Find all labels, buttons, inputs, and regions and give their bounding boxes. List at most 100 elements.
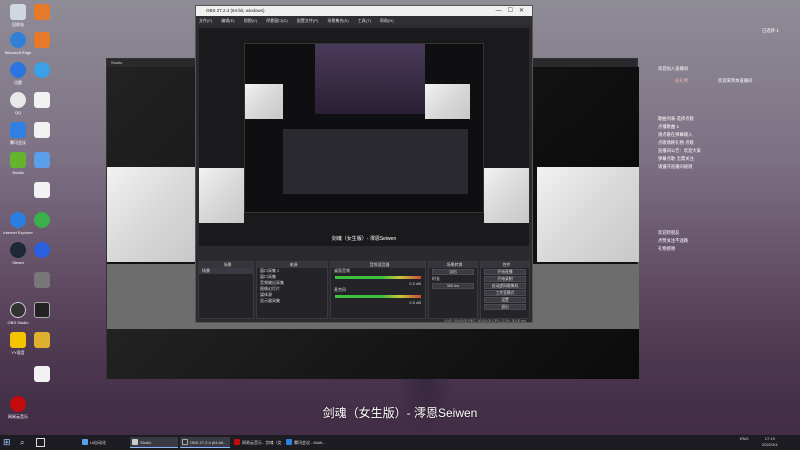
mixer-channel-label: 麦克风	[334, 287, 346, 292]
obs-preview-canvas[interactable]: 剑魂（女生版）- 澪恩Seiwen	[199, 28, 529, 246]
chat-line: 点赞关注不迷路	[658, 238, 689, 243]
controls-header: 控件	[481, 262, 529, 268]
transition-duration-input[interactable]: 300 ms	[432, 283, 474, 289]
chat-line: 歌曲列表·选择点歌	[658, 116, 694, 121]
mixer-db-value: 0.0 dB	[409, 300, 421, 305]
desktop-icon[interactable]	[26, 302, 58, 320]
settings-button[interactable]: 设置	[484, 297, 526, 303]
taskbar-item-obs[interactable]: OBS 27.2.4 (64-bit...	[180, 437, 230, 448]
ie-icon	[10, 212, 26, 228]
menu-view[interactable]: 视图(V)	[244, 18, 257, 23]
obs-icon	[10, 302, 26, 318]
meeting-icon	[286, 439, 292, 445]
exit-button[interactable]: 退出	[484, 304, 526, 310]
desktop-icon[interactable]	[26, 92, 58, 110]
studio-mode-button[interactable]: 工作室模式	[484, 290, 526, 296]
status-rec: REC: 00:00:00	[468, 319, 492, 323]
desktop-icon[interactable]	[26, 32, 58, 50]
menu-help[interactable]: 帮助(H)	[380, 18, 394, 23]
taskbar: ⊞ ⌕ UI自动化 Studio OBS 27.2.4 (64-bit... 网…	[0, 435, 800, 450]
document-icon	[34, 182, 50, 198]
document-icon	[34, 122, 50, 138]
mixer-volume-meter[interactable]	[335, 295, 421, 298]
preview-nested-capture	[244, 43, 484, 213]
mixer-volume-meter[interactable]	[335, 276, 421, 279]
chat-line: 直播间公告：欢迎大家	[658, 148, 701, 153]
window-controls[interactable]: —☐✕	[496, 6, 530, 16]
menu-edit[interactable]: 编辑(E)	[221, 18, 234, 23]
desktop-icon[interactable]	[26, 212, 58, 230]
menu-tools[interactable]: 工具(T)	[358, 18, 371, 23]
input-language[interactable]: ENG	[740, 436, 749, 441]
start-recording-button[interactable]: 开始录制	[484, 276, 526, 282]
obs-window-title: OBS 27.2.4 (64-bit, windows)	[206, 8, 265, 13]
sources-dock: 来源 窗口采集 2 窗口采集 音频输出采集 图像幻灯片 媒体源 显示器采集	[256, 261, 328, 319]
chat-line: 礼物感谢	[658, 246, 676, 251]
desktop-icon[interactable]	[26, 272, 58, 290]
audio-mixer-dock: 音频混音器 桌面音频 0.0 dB 麦克风 0.0 dB	[330, 261, 426, 319]
menu-profile[interactable]: 配置文件(P)	[297, 18, 318, 23]
transition-duration-label: 时长	[432, 276, 440, 281]
taskbar-item-studio[interactable]: Studio	[130, 437, 178, 448]
menu-docks[interactable]: 停靠窗口(D)	[266, 18, 288, 23]
scenes-dock: 场景 场景	[198, 261, 254, 319]
taskbar-item[interactable]: UI自动化	[80, 437, 130, 448]
windows-start-icon[interactable]: ⊞	[3, 437, 14, 448]
obs-statusbar: LIVE: 00:00:00 REC: 00:00:00 CPU: 3.2%, …	[366, 319, 526, 324]
meeting-icon	[10, 122, 26, 138]
obs-icon	[132, 439, 138, 445]
desktop-icon[interactable]	[26, 242, 58, 260]
chat-line: 欢迎来到本直播间	[718, 78, 753, 83]
transitions-dock: 场景转换 淡出 时长 300 ms	[428, 261, 478, 319]
qq-icon	[10, 92, 26, 108]
mixer-channel-label: 桌面音频	[334, 268, 350, 273]
chat-line: 请遵守直播间规则	[658, 164, 693, 169]
menu-scene-collection[interactable]: 场景集合(S)	[327, 18, 348, 23]
desktop-icon[interactable]	[26, 332, 58, 350]
desktop-icon[interactable]	[26, 152, 58, 170]
status-live: LIVE: 00:00:00	[444, 319, 468, 323]
menu-file[interactable]: 文件(F)	[199, 18, 212, 23]
controls-dock: 控件 开始直播 开始录制 启动虚拟摄像机 工作室模式 设置 退出	[480, 261, 530, 319]
virtual-camera-button[interactable]: 启动虚拟摄像机	[484, 283, 526, 289]
taskbar-item-music[interactable]: 网易云音乐 - 剑魂（女生版...	[232, 437, 282, 448]
desktop-icon[interactable]	[26, 62, 58, 80]
chat-line: 已选择·1	[762, 28, 779, 33]
desktop-icon[interactable]	[26, 182, 58, 200]
steam-icon	[10, 242, 26, 258]
preview-tile	[245, 84, 283, 119]
task-view-icon[interactable]	[36, 438, 45, 447]
nvidia-icon	[10, 152, 26, 168]
edge-icon	[10, 32, 26, 48]
app-icon	[34, 212, 50, 228]
system-clock[interactable]: 17:19 2022/3/4	[762, 436, 778, 448]
source-item[interactable]: 显示器采集	[257, 298, 327, 304]
projector-tile	[107, 167, 197, 262]
chat-line: 弹幕点歌·无需关注	[658, 156, 694, 161]
desktop-icon[interactable]	[26, 122, 58, 140]
desktop-icon[interactable]	[26, 4, 58, 22]
taskbar-item-meeting[interactable]: 腾讯会议 - Multi...	[284, 437, 334, 448]
chat-line: 欢迎新朋友	[658, 230, 680, 235]
search-icon[interactable]: ⌕	[20, 437, 31, 448]
status-cpu: CPU: 3.2%, 30.00 fps	[492, 319, 526, 323]
chat-line: 点歌请刷礼物·点歌	[658, 140, 694, 145]
obs-menubar: 文件(F) 编辑(E) 视图(V) 停靠窗口(D) 配置文件(P) 场景集合(S…	[196, 16, 532, 25]
app-icon	[34, 332, 50, 348]
projector-bottom-band	[107, 329, 639, 379]
app-icon	[34, 272, 50, 288]
transitions-header: 场景转换	[429, 262, 477, 268]
chat-line: 送礼物	[675, 78, 688, 83]
document-icon	[34, 366, 50, 382]
song-title-overlay: 剑魂（女生版）- 澪恩Seiwen	[322, 406, 478, 420]
start-streaming-button[interactable]: 开始直播	[484, 269, 526, 275]
app-icon	[34, 4, 50, 20]
preview-tile	[199, 168, 244, 223]
obs-main-window[interactable]: OBS 27.2.4 (64-bit, windows) —☐✕ 文件(F) 编…	[195, 5, 533, 323]
scene-item[interactable]: 场景	[199, 268, 253, 274]
chat-line: 请点歌在弹幕输入	[658, 132, 693, 137]
chat-line: 欢迎加入直播间	[658, 66, 689, 71]
desktop-icon[interactable]	[26, 366, 58, 384]
transition-select[interactable]: 淡出	[432, 269, 474, 275]
obs-titlebar[interactable]: OBS 27.2.4 (64-bit, windows) —☐✕	[196, 6, 532, 16]
